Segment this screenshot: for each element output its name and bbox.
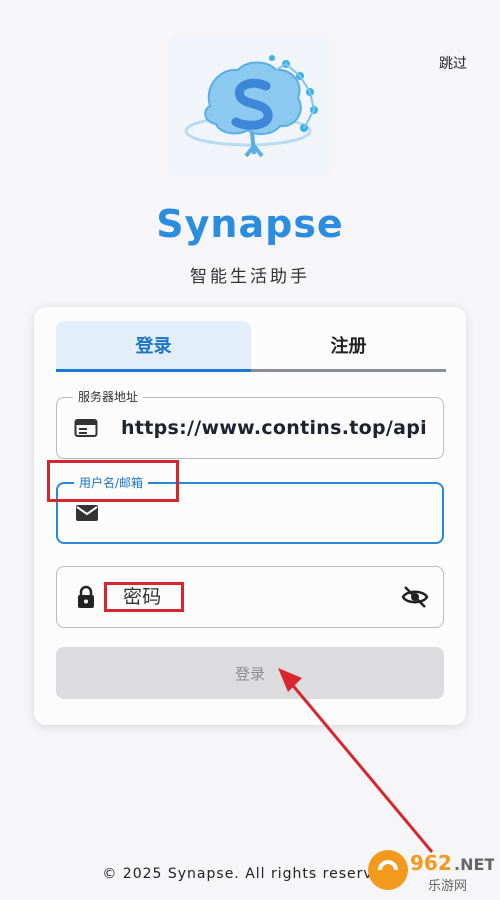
annotation-box-username [47,460,179,502]
watermark-logo: 962 .NET 乐游网 [366,844,495,896]
auth-tabs: 登录 注册 [56,321,446,372]
tab-login[interactable]: 登录 [56,321,251,372]
login-button[interactable]: 登录 [56,647,444,699]
mail-icon [74,500,100,526]
app-subtitle: 智能生活助手 [190,267,310,287]
tab-register[interactable]: 注册 [251,321,446,369]
annotation-box-password [104,582,184,612]
server-icon [73,415,99,441]
svg-text:962: 962 [410,851,452,875]
lock-icon [73,584,99,610]
skip-link[interactable]: 跳过 [439,53,467,73]
server-field-label: 服务器地址 [73,389,144,405]
server-field[interactable]: 服务器地址 https://www.contins.top/api [56,389,444,459]
svg-text:.NET: .NET [454,855,494,874]
login-card: 登录 注册 服务器地址 https://www.contins.top/api … [34,307,466,725]
svg-text:乐游网: 乐游网 [428,879,467,894]
app-logo [168,36,332,176]
app-name: Synapse [156,202,344,246]
username-input[interactable] [122,502,432,524]
brain-logo-icon [184,55,318,158]
eye-off-icon[interactable] [401,585,429,609]
server-input[interactable]: https://www.contins.top/api [121,417,433,439]
